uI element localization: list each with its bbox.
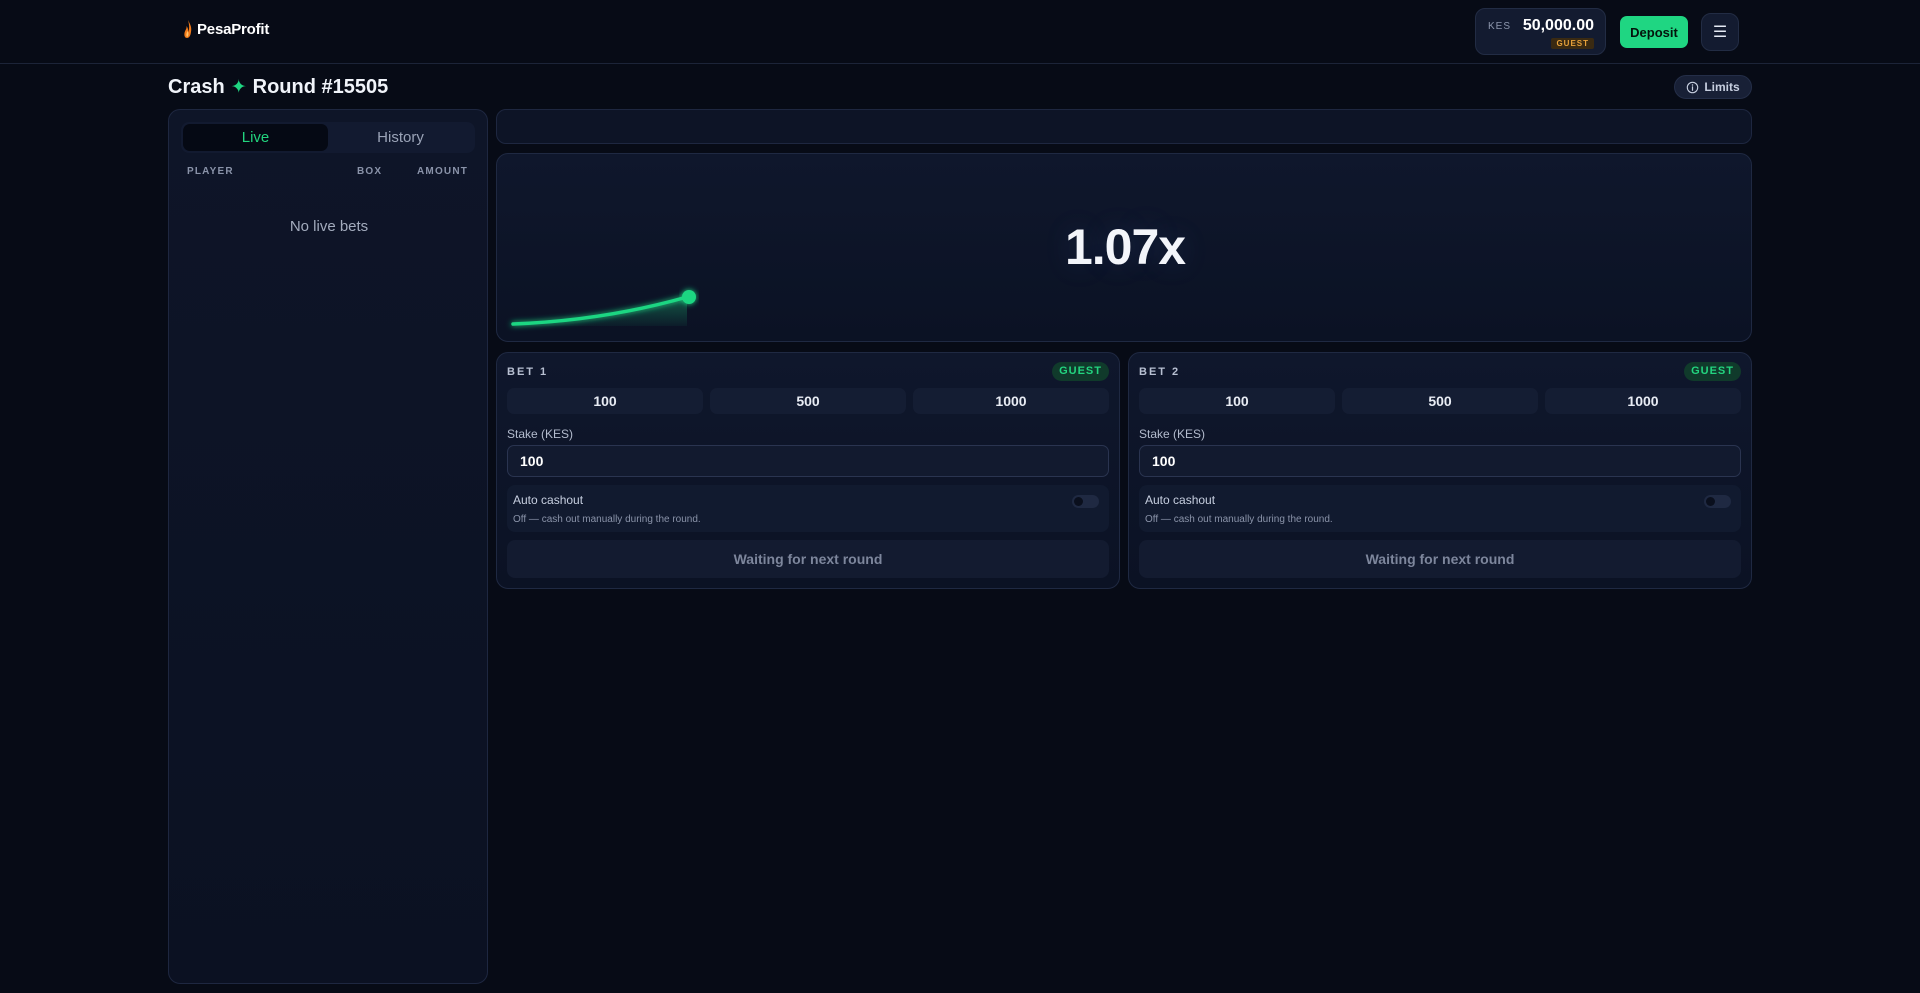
wallet-amount: 50,000.00 [1522, 17, 1594, 34]
deposit-button[interactable]: Deposit [1620, 16, 1688, 48]
guest-badge: GUEST [1684, 362, 1741, 381]
top-bar: PesaProfit KES 50,000.00 GUEST Deposit ☰ [0, 0, 1920, 64]
brand-logo[interactable]: PesaProfit [183, 19, 269, 39]
auto-cashout-toggle[interactable] [1072, 495, 1099, 508]
guest-badge: GUEST [1052, 362, 1109, 381]
stake-label: Stake (KES) [1139, 427, 1206, 441]
game-name: Crash [168, 76, 225, 98]
auto-cashout-toggle[interactable] [1704, 495, 1731, 508]
quick-amount-500[interactable]: 500 [710, 388, 906, 414]
bet-box-title: BET 1 [507, 366, 549, 378]
quick-amount-1000[interactable]: 1000 [913, 388, 1109, 414]
column-header-box[interactable]: BOX [357, 166, 382, 177]
column-header-amount[interactable]: AMOUNT [417, 166, 468, 177]
auto-cashout-section: Auto cashout Off — cash out manually dur… [507, 485, 1109, 532]
bet-box-title: BET 2 [1139, 366, 1181, 378]
tab-history[interactable]: History [328, 124, 473, 151]
round-history-strip [496, 109, 1752, 144]
quick-amount-500[interactable]: 500 [1342, 388, 1538, 414]
hamburger-menu-icon: ☰ [1712, 24, 1728, 41]
wallet-balance[interactable]: KES 50,000.00 GUEST [1475, 8, 1606, 55]
quick-amount-100[interactable]: 100 [1139, 388, 1335, 414]
brand-name: PesaProfit [197, 20, 270, 38]
bet-box-1: BET 1 GUEST 100 500 1000 Stake (KES) Aut… [496, 352, 1120, 589]
limits-button[interactable]: Limits [1674, 75, 1752, 99]
auto-cashout-label: Auto cashout [513, 493, 584, 507]
tab-live[interactable]: Live [183, 124, 328, 151]
empty-state-text: No live bets [289, 218, 369, 235]
bet-box-2: BET 2 GUEST 100 500 1000 Stake (KES) Aut… [1128, 352, 1752, 589]
auto-cashout-section: Auto cashout Off — cash out manually dur… [1139, 485, 1741, 532]
menu-button[interactable]: ☰ [1701, 13, 1739, 51]
place-bet-button[interactable]: Waiting for next round [1139, 540, 1741, 578]
curve-head-dot [682, 290, 696, 304]
auto-cashout-description: Off — cash out manually during the round… [1145, 514, 1333, 525]
crash-game-canvas: 1.07x [496, 153, 1752, 342]
auto-cashout-label: Auto cashout [1145, 493, 1216, 507]
stake-label: Stake (KES) [507, 427, 574, 441]
round-label: Round #15505 [252, 76, 389, 98]
current-multiplier: 1.07x [1064, 219, 1186, 275]
place-bet-button[interactable]: Waiting for next round [507, 540, 1109, 578]
wallet-currency: KES [1488, 21, 1512, 32]
flame-icon [184, 20, 192, 38]
info-icon [1687, 81, 1699, 93]
limits-label: Limits [1704, 80, 1740, 94]
stake-input[interactable] [507, 445, 1109, 477]
stake-input[interactable] [1139, 445, 1741, 477]
auto-cashout-description: Off — cash out manually during the round… [513, 514, 701, 525]
quick-amount-100[interactable]: 100 [507, 388, 703, 414]
bets-tabs: Live History [181, 122, 475, 153]
guest-badge: GUEST [1551, 38, 1594, 49]
bets-panel: Live History PLAYER BOX AMOUNT No live b… [168, 109, 488, 984]
quick-amount-1000[interactable]: 1000 [1545, 388, 1741, 414]
sparkle-icon: ✦ [230, 77, 247, 98]
column-header-player[interactable]: PLAYER [187, 166, 234, 177]
page-title: Crash ✦ Round #15505 [168, 76, 388, 99]
